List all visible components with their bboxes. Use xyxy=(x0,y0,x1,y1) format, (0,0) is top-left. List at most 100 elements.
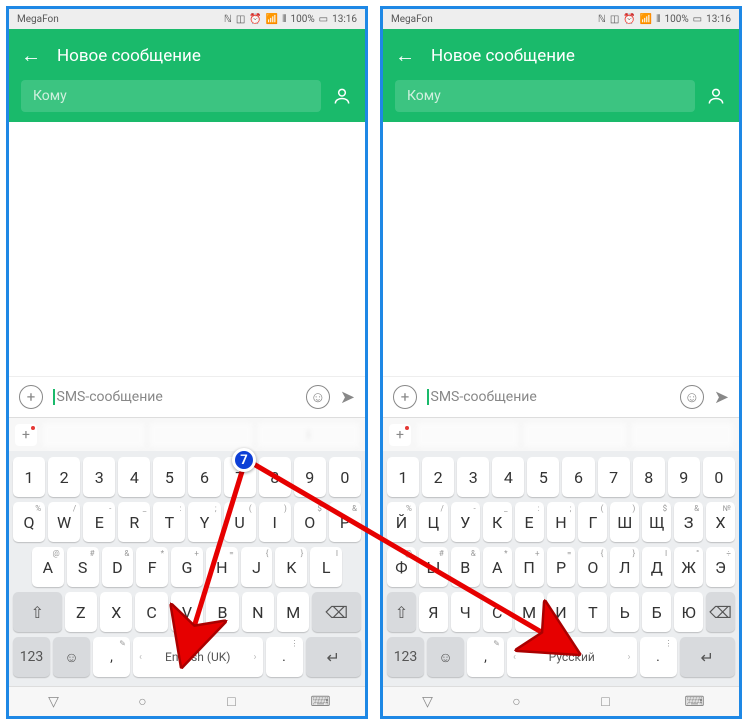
suggestion-2[interactable] xyxy=(524,423,625,447)
key-4[interactable]: 4 xyxy=(118,457,150,497)
123-key[interactable]: 123 xyxy=(13,637,50,677)
key-k[interactable]: }K xyxy=(275,547,307,587)
key-х[interactable]: №Х xyxy=(706,502,735,542)
message-input[interactable]: SMS-сообщение xyxy=(427,389,670,405)
nav-back-icon[interactable]: ▽ xyxy=(46,694,62,710)
send-button[interactable]: ➤ xyxy=(340,387,355,408)
key-q[interactable]: %Q xyxy=(13,502,45,542)
key-z[interactable]: Z xyxy=(65,592,97,632)
key-8[interactable]: 8 xyxy=(633,457,665,497)
contact-picker-icon[interactable] xyxy=(331,85,353,107)
key-7[interactable]: 7 xyxy=(224,457,256,497)
period-key[interactable]: ⋮. xyxy=(266,637,303,677)
key-6[interactable]: 6 xyxy=(562,457,594,497)
key-д[interactable]: IД xyxy=(642,547,671,587)
key-ц[interactable]: /Ц xyxy=(419,502,448,542)
key-ч[interactable]: Ч xyxy=(451,592,480,632)
key-м[interactable]: М xyxy=(515,592,544,632)
key-f[interactable]: *F xyxy=(136,547,168,587)
key-ш[interactable]: )Ш xyxy=(610,502,639,542)
back-arrow-icon[interactable]: ← xyxy=(21,43,41,68)
key-6[interactable]: 6 xyxy=(188,457,220,497)
key-8[interactable]: 8 xyxy=(259,457,291,497)
attach-button[interactable]: + xyxy=(393,385,417,409)
key-ю[interactable]: Ю xyxy=(674,592,703,632)
key-у[interactable]: -У xyxy=(451,502,480,542)
key-5[interactable]: 5 xyxy=(527,457,559,497)
key-5[interactable]: 5 xyxy=(153,457,185,497)
suggestion-3[interactable] xyxy=(632,423,733,447)
key-0[interactable]: 0 xyxy=(329,457,361,497)
key-л[interactable]: }Л xyxy=(610,547,639,587)
key-е[interactable]: :Е xyxy=(515,502,544,542)
key-с[interactable]: С xyxy=(483,592,512,632)
key-x[interactable]: X xyxy=(100,592,132,632)
enter-key[interactable]: ↵ xyxy=(306,637,362,677)
key-1[interactable]: 1 xyxy=(387,457,419,497)
message-input[interactable]: SMS-сообщение xyxy=(53,389,296,405)
suggestion-1[interactable] xyxy=(43,423,144,447)
key-0[interactable]: 0 xyxy=(703,457,735,497)
key-н[interactable]: ;Н xyxy=(547,502,576,542)
key-щ[interactable]: $Щ xyxy=(642,502,671,542)
key-t[interactable]: :T xyxy=(153,502,185,542)
key-и[interactable]: И xyxy=(547,592,576,632)
key-y[interactable]: ;Y xyxy=(188,502,220,542)
key-4[interactable]: 4 xyxy=(492,457,524,497)
emoji-key[interactable]: ☺ xyxy=(427,637,464,677)
key-3[interactable]: 3 xyxy=(83,457,115,497)
key-2[interactable]: 2 xyxy=(422,457,454,497)
key-r[interactable]: _R xyxy=(118,502,150,542)
key-й[interactable]: %Й xyxy=(387,502,416,542)
key-в[interactable]: &В xyxy=(451,547,480,587)
key-к[interactable]: _К xyxy=(483,502,512,542)
key-c[interactable]: C xyxy=(135,592,167,632)
key-b[interactable]: B xyxy=(206,592,238,632)
key-о[interactable]: {О xyxy=(578,547,607,587)
comma-key[interactable]: ✎, xyxy=(467,637,504,677)
backspace-key[interactable]: ⌫ xyxy=(312,592,361,632)
nav-home-icon[interactable]: ○ xyxy=(509,694,525,710)
recipient-input[interactable]: Кому xyxy=(395,80,695,112)
enter-key[interactable]: ↵ xyxy=(680,637,736,677)
key-i[interactable]: )I xyxy=(259,502,291,542)
send-button[interactable]: ➤ xyxy=(714,387,729,408)
nav-home-icon[interactable]: ○ xyxy=(135,694,151,710)
key-ж[interactable]: °Ж xyxy=(674,547,703,587)
nav-keyboard-icon[interactable]: ⌨ xyxy=(687,694,703,710)
key-ф[interactable]: @Ф xyxy=(387,547,416,587)
key-p[interactable]: &P xyxy=(329,502,361,542)
key-w[interactable]: /W xyxy=(48,502,80,542)
key-m[interactable]: M xyxy=(277,592,309,632)
backspace-key[interactable]: ⌫ xyxy=(706,592,735,632)
spacebar-russian[interactable]: ‹Русский› xyxy=(507,637,637,677)
key-б[interactable]: Б xyxy=(642,592,671,632)
key-o[interactable]: $O xyxy=(294,502,326,542)
nav-keyboard-icon[interactable]: ⌨ xyxy=(313,694,329,710)
emoji-key[interactable]: ☺ xyxy=(53,637,90,677)
period-key[interactable]: ⋮. xyxy=(640,637,677,677)
key-7[interactable]: 7 xyxy=(598,457,630,497)
suggestion-3[interactable]: | xyxy=(258,423,359,447)
key-n[interactable]: N xyxy=(242,592,274,632)
spacebar-english[interactable]: ‹English (UK)› xyxy=(133,637,263,677)
key-u[interactable]: (U xyxy=(224,502,256,542)
suggestion-1[interactable] xyxy=(417,423,518,447)
suggestion-expand[interactable]: + xyxy=(15,424,37,446)
shift-key[interactable]: ⇧ xyxy=(387,592,416,632)
key-я[interactable]: Я xyxy=(419,592,448,632)
key-а[interactable]: *А xyxy=(483,547,512,587)
key-9[interactable]: 9 xyxy=(294,457,326,497)
key-п[interactable]: +П xyxy=(515,547,544,587)
emoji-button[interactable]: ☺ xyxy=(306,385,330,409)
key-1[interactable]: 1 xyxy=(13,457,45,497)
key-s[interactable]: #S xyxy=(67,547,99,587)
suggestion-2[interactable] xyxy=(150,423,251,447)
key-з[interactable]: &З xyxy=(674,502,703,542)
key-a[interactable]: @A xyxy=(32,547,64,587)
key-g[interactable]: +G xyxy=(171,547,203,587)
key-э[interactable]: ÷Э xyxy=(706,547,735,587)
key-2[interactable]: 2 xyxy=(48,457,80,497)
nav-recent-icon[interactable]: □ xyxy=(224,694,240,710)
key-l[interactable]: IL xyxy=(310,547,342,587)
